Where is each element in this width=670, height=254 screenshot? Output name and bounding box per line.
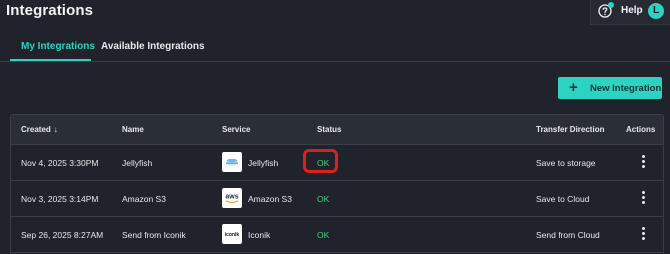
column-created[interactable]: Created ↓ bbox=[21, 125, 58, 134]
name-cell: Jellyfish bbox=[122, 158, 153, 168]
column-actions: Actions bbox=[626, 125, 656, 134]
created-cell: Nov 3, 2025 3:14PM bbox=[21, 194, 99, 204]
created-cell: Nov 4, 2025 3:30PM bbox=[21, 158, 99, 168]
column-transfer-direction: Transfer Direction bbox=[536, 125, 605, 134]
service-cell: Amazon S3 bbox=[248, 194, 292, 204]
sort-down-icon[interactable]: ↓ bbox=[54, 125, 58, 134]
aws-logo-icon: aws bbox=[222, 188, 242, 208]
plus-icon: + bbox=[569, 79, 578, 96]
transfer-direction-cell: Save to Cloud bbox=[536, 194, 590, 204]
iconik-logo-icon: iconik bbox=[222, 224, 242, 244]
column-created-label: Created bbox=[21, 125, 51, 134]
iconik-logo-text: iconik bbox=[225, 232, 240, 238]
transfer-direction-cell: Save to storage bbox=[536, 158, 596, 168]
service-cell: Jellyfish bbox=[248, 158, 279, 168]
column-status: Status bbox=[317, 125, 342, 134]
status-cell: OK bbox=[317, 230, 330, 240]
more-actions-icon[interactable] bbox=[642, 191, 646, 205]
tabs-divider bbox=[0, 61, 670, 62]
integrations-table: Created ↓ Name Service Status Transfer Di… bbox=[10, 114, 664, 254]
service-cell: Iconik bbox=[248, 230, 271, 240]
new-integration-button[interactable]: + New Integration bbox=[558, 77, 662, 99]
jellyfish-logo-icon bbox=[222, 152, 242, 172]
app-header: Integrations Help L bbox=[0, 0, 670, 32]
name-cell: Send from Iconik bbox=[122, 230, 186, 240]
more-actions-icon[interactable] bbox=[642, 227, 646, 241]
aws-logo-text: aws bbox=[225, 194, 238, 201]
created-cell: Sep 26, 2025 8:27AM bbox=[21, 230, 104, 240]
status-highlight-annotation bbox=[303, 149, 338, 173]
table-row[interactable]: Nov 3, 2025 3:14PM Amazon S3 aws Amazon … bbox=[11, 181, 663, 217]
iconik-logo-graphic: iconik bbox=[225, 232, 240, 238]
column-service: Service bbox=[222, 125, 251, 134]
status-cell: OK bbox=[317, 194, 330, 204]
table-row[interactable]: Sep 26, 2025 8:27AM Send from Iconik ico… bbox=[11, 217, 663, 253]
integrations-page: Integrations Help L My Integrations Avai… bbox=[0, 0, 670, 254]
jellyfish-logo-graphic bbox=[226, 158, 238, 166]
table-header: Created ↓ Name Service Status Transfer Di… bbox=[11, 115, 663, 145]
page-title: Integrations bbox=[6, 2, 94, 19]
help-link[interactable]: Help bbox=[621, 5, 643, 16]
more-actions-icon[interactable] bbox=[642, 155, 646, 169]
user-avatar[interactable]: L bbox=[648, 3, 664, 19]
notification-dot bbox=[608, 2, 614, 8]
tab-my-integrations[interactable]: My Integrations bbox=[21, 41, 95, 52]
aws-logo-graphic: aws bbox=[225, 194, 239, 203]
column-name: Name bbox=[122, 125, 144, 134]
name-cell: Amazon S3 bbox=[122, 194, 166, 204]
new-integration-label: New Integration bbox=[590, 83, 662, 94]
transfer-direction-cell: Send from Cloud bbox=[536, 230, 600, 240]
tab-available-integrations[interactable]: Available Integrations bbox=[101, 41, 205, 52]
